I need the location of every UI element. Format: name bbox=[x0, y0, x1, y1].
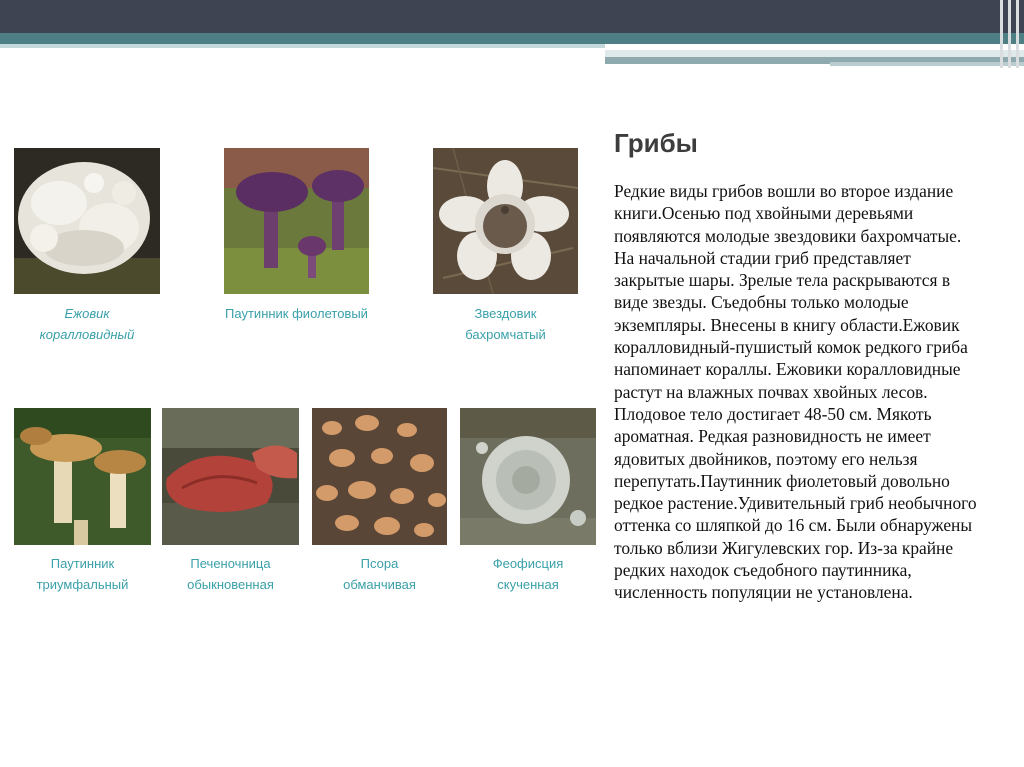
caption-line: Звездовик bbox=[474, 306, 537, 321]
header-edge-line bbox=[1016, 0, 1019, 68]
header-edge-line bbox=[1000, 0, 1003, 68]
caption-line: Псора bbox=[360, 556, 399, 571]
caption-fistulina: Печеночница обыкновенная bbox=[162, 553, 299, 595]
hericium-photo bbox=[14, 148, 160, 294]
fistulina-photo bbox=[162, 408, 299, 545]
geastrum-photo bbox=[433, 148, 578, 294]
caption-line: обыкновенная bbox=[187, 577, 274, 592]
caption-line: Ежовик bbox=[64, 306, 110, 321]
psora-photo bbox=[312, 408, 447, 545]
caption-line: Паутинник bbox=[50, 556, 115, 571]
header-underline bbox=[0, 44, 605, 48]
header-stripe bbox=[830, 62, 1024, 66]
caption-line: коралловидный bbox=[39, 327, 135, 342]
cortinarius-triumphans-photo bbox=[14, 408, 151, 545]
caption-line: Печеночница bbox=[190, 556, 271, 571]
caption-line: Паутинник фиолетовый bbox=[225, 306, 368, 321]
header-edge-line bbox=[1008, 0, 1011, 68]
caption-line: бахромчатый bbox=[465, 327, 546, 342]
caption-line: скученная bbox=[497, 577, 559, 592]
caption-line: обманчивая bbox=[343, 577, 416, 592]
caption-cortinarius-triumphans: Паутинник триумфальный bbox=[14, 553, 151, 595]
header-stripe bbox=[605, 50, 1024, 57]
caption-psora: Псора обманчивая bbox=[312, 553, 447, 595]
cortinarius-violaceus-photo bbox=[224, 148, 369, 294]
header-bar bbox=[0, 0, 1024, 33]
caption-phaeophyscia: Феофисция скученная bbox=[460, 553, 596, 595]
caption-line: триумфальный bbox=[36, 577, 129, 592]
caption-cortinarius-violaceus: Паутинник фиолетовый bbox=[206, 303, 387, 324]
caption-geastrum: Звездовик бахромчатый bbox=[433, 303, 578, 345]
slide-title: Грибы bbox=[614, 128, 698, 158]
phaeophyscia-photo bbox=[460, 408, 596, 545]
header-accent-bar bbox=[0, 33, 1024, 44]
slide-body-text: Редкие виды грибов вошли во второе издан… bbox=[614, 181, 977, 603]
caption-line: Феофисция bbox=[492, 556, 564, 571]
caption-hericium: Ежовик коралловидный bbox=[14, 303, 160, 345]
